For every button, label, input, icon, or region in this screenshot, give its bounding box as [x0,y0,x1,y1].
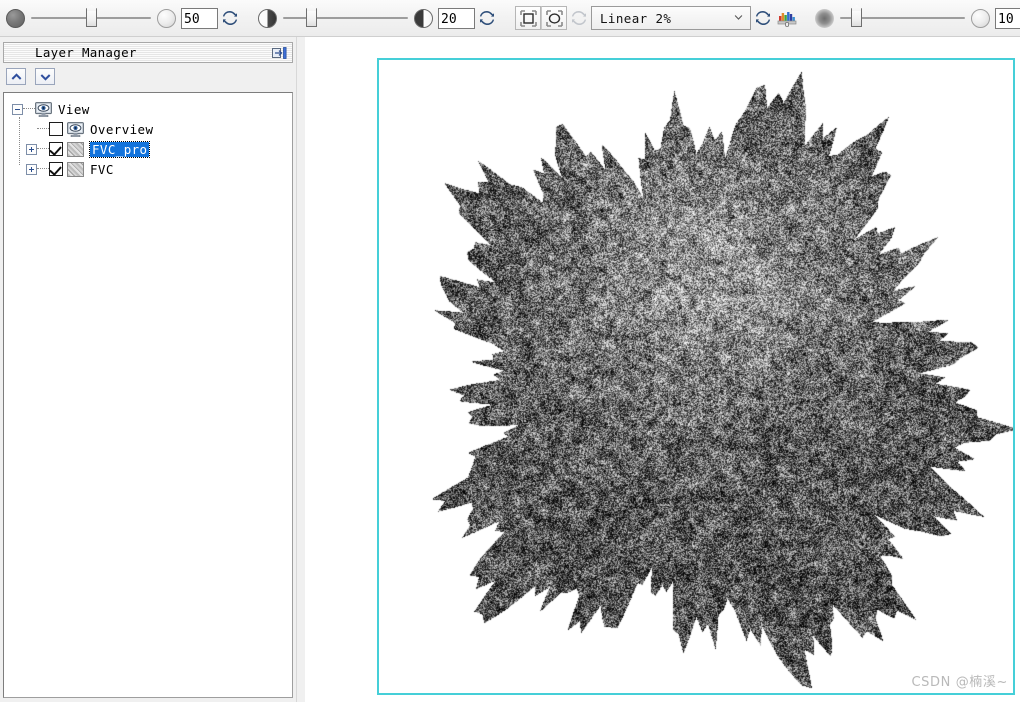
contrast-slider-track [283,17,408,19]
stretch-type-combobox[interactable]: Linear 2% [591,6,751,30]
layer-tree-row-fvc[interactable]: FVC [4,159,292,179]
tree-expander-expand[interactable] [26,143,37,155]
monitor-eye-icon [67,121,84,137]
layer-name-label: Overview [90,121,154,137]
layer-tree-row-overview[interactable]: Overview [4,119,292,139]
tree-connector-line [37,148,49,150]
brightness-knob-icon[interactable] [6,8,25,28]
image-view-area: CSDN @楠溪~ [305,37,1020,702]
chevron-down-icon [734,15,743,20]
tree-expander-expand[interactable] [26,163,37,175]
move-layer-down-button[interactable] [35,68,55,85]
raster-thumb-icon [67,161,84,177]
contrast-slider-handle[interactable] [306,9,317,27]
sharpen-slider[interactable] [840,8,965,28]
contrast-value-input[interactable]: 20 [438,7,475,29]
monitor-eye-icon [35,101,52,117]
contrast-group: 20 [258,6,499,30]
tree-connector-line [37,128,49,130]
refresh-icon [755,10,771,26]
fit-to-data-icon [545,9,563,27]
refresh-disabled-icon [571,10,587,26]
stretch-reset-button[interactable] [751,6,775,30]
layer-visibility-checkbox[interactable] [49,142,63,156]
layer-tree-row-fvc-pro[interactable]: FVC_pro [4,139,292,159]
layer-visibility-checkbox[interactable] [49,122,63,136]
panel-splitter[interactable] [296,37,305,702]
brightness-slider[interactable] [31,8,151,28]
tree-vertical-connector [19,117,20,165]
layer-tree[interactable]: View Overview FVC_pro FVC [3,92,293,698]
brightness-value-input[interactable]: 50 [181,7,218,29]
pin-panel-icon[interactable] [272,46,288,60]
tree-expander-collapse[interactable] [12,103,23,115]
raster-layer-fvc-pro[interactable] [379,60,1013,693]
layer-name-label: FVC [90,161,114,177]
raster-canvas [379,60,1013,693]
layer-visibility-checkbox[interactable] [49,162,63,176]
contrast-slider[interactable] [283,8,408,28]
sharpen-knob-icon[interactable] [815,8,834,28]
layer-manager-title: Layer Manager [35,45,137,60]
layer-manager-header: Layer Manager [3,42,293,63]
layer-manager-panel: Layer Manager View Overview FVC_pro FVC [0,37,296,702]
fit-to-data-button[interactable] [541,6,567,30]
image-viewport[interactable] [377,58,1015,695]
stretch-type-value: Linear 2% [600,10,672,26]
application-window: 50 20 Linear 2% 10 Layer Manager View Ov… [0,0,1020,702]
brightness-indicator-icon [157,8,176,28]
layer-tree-row-view[interactable]: View [4,99,292,119]
tree-connector-line [37,168,49,170]
fit-to-frame-icon [519,9,537,27]
monitor-eye-icon [67,121,84,137]
histogram-button[interactable] [775,6,799,30]
monitor-eye-icon [35,101,52,117]
chevron-down-icon [40,73,50,81]
contrast-indicator-icon [414,8,433,28]
contrast-knob-icon[interactable] [258,8,277,28]
fit-buttons-group [515,6,567,30]
view-reset-button-disabled [567,6,591,30]
sharpen-value-input[interactable]: 10 [995,7,1020,29]
contrast-reset-button[interactable] [475,6,499,30]
brightness-group: 50 [6,6,242,30]
image-display-toolbar: 50 20 Linear 2% 10 [0,0,1020,37]
layer-name-label: FVC_pro [88,140,151,158]
sharpen-group: 10 [815,7,1020,29]
sharpen-slider-handle[interactable] [851,9,862,27]
watermark-text: CSDN @楠溪~ [911,675,1008,690]
chevron-up-icon [11,72,21,80]
layer-name-label: View [58,101,90,117]
sharpen-indicator-icon [971,8,990,28]
raster-thumb-icon [67,141,84,157]
fit-to-frame-button[interactable] [515,6,541,30]
move-layer-up-button[interactable] [6,68,26,85]
brightness-slider-handle[interactable] [86,9,97,27]
histogram-icon [777,11,797,27]
brightness-reset-button[interactable] [218,6,242,30]
tree-connector-line [23,108,35,110]
